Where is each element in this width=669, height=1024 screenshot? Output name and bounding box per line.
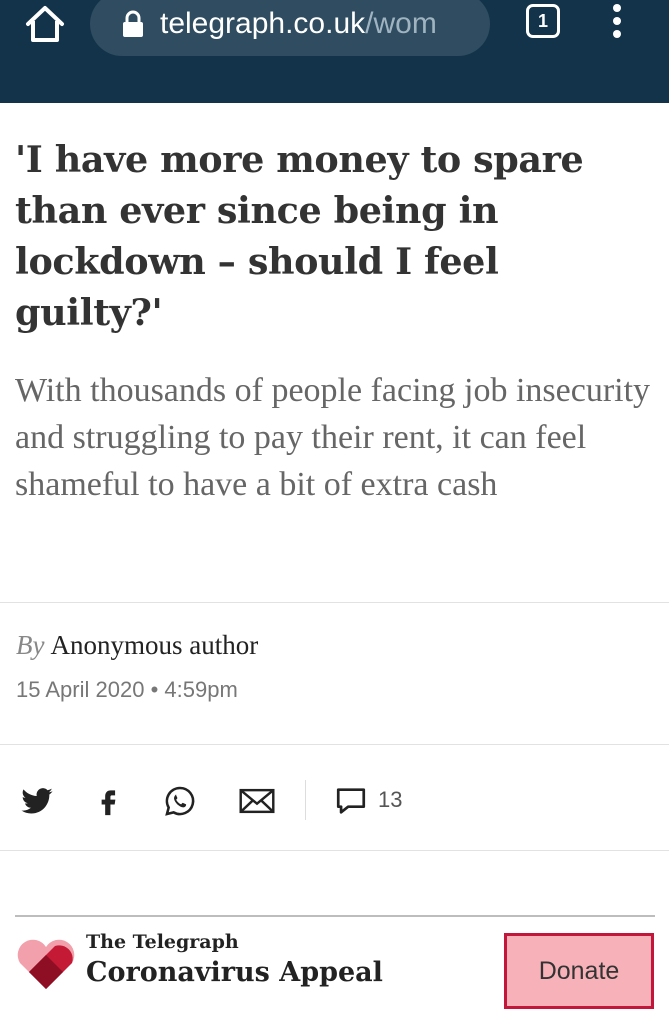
divider [0,744,669,745]
share-bar: 13 [0,772,669,828]
date-text: 15 April 2020 [16,677,145,702]
share-divider [305,780,306,820]
whatsapp-icon[interactable] [163,784,197,818]
comment-count[interactable]: 13 [378,787,402,813]
browser-toolbar: telegraph.co.uk/wom 1 [0,0,669,103]
twitter-icon[interactable] [20,784,54,818]
publish-date: 15 April 2020 • 4:59pm [16,677,238,703]
tab-switcher-button[interactable]: 1 [526,4,560,38]
author-name[interactable]: Anonymous author [50,630,258,660]
facebook-icon[interactable] [91,784,125,818]
date-separator: • [150,677,159,702]
article-headline: 'I have more money to spare than ever si… [15,138,584,334]
lock-icon [123,10,143,37]
heart-logo-icon [17,939,75,989]
email-icon[interactable] [238,784,276,818]
time-text: 4:59pm [164,677,238,702]
appeal-divider [15,915,655,917]
divider [0,850,669,851]
byline: By Anonymous author [16,630,258,661]
home-icon[interactable] [22,4,68,44]
url-host: telegraph.co.uk [160,7,366,40]
address-bar[interactable]: telegraph.co.uk/wom [90,0,490,56]
appeal-title: Coronavirus Appeal [86,957,383,988]
byline-prefix: By [16,630,45,660]
donate-button[interactable]: Donate [504,933,654,1009]
divider [0,602,669,603]
url-path: /wom [365,7,437,40]
comment-icon[interactable] [334,784,368,818]
overflow-menu-icon[interactable] [604,2,630,42]
article-standfirst: With thousands of people facing job inse… [15,372,651,503]
appeal-brand: The Telegraph [86,931,239,953]
